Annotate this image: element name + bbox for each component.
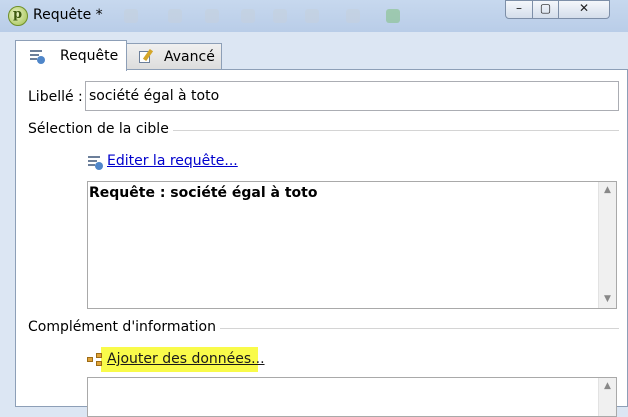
- add-data-icon: [87, 353, 103, 367]
- scroll-up-icon[interactable]: ▲: [599, 378, 616, 395]
- toolbar-ghost-icon: [273, 9, 287, 23]
- toolbar-ghost-icon: [205, 9, 219, 23]
- vertical-scrollbar[interactable]: ▲ ▼: [598, 182, 616, 308]
- maximize-button[interactable]: ▢: [532, 0, 559, 19]
- tab-requete-label: Requête: [60, 48, 119, 64]
- additional-info-area[interactable]: ▲: [87, 377, 617, 417]
- scroll-up-icon[interactable]: ▲: [599, 182, 616, 199]
- query-text-area[interactable]: Requête : société égal à toto ▲ ▼: [87, 181, 617, 309]
- toolbar-ghost-icon: [124, 9, 138, 23]
- minimize-button[interactable]: –: [505, 0, 533, 19]
- tab-avance[interactable]: Avancé: [126, 43, 222, 70]
- tab-requete[interactable]: Requête: [15, 40, 127, 71]
- add-data-link[interactable]: Ajouter des données...: [107, 351, 265, 367]
- window-title: Requête *: [33, 7, 103, 23]
- query-icon: [87, 154, 103, 170]
- minimize-icon: –: [516, 1, 522, 15]
- toolbar-ghost-icon: [305, 9, 319, 23]
- libelle-label: Libellé :: [28, 89, 83, 105]
- toolbar-ghost-icon: [346, 9, 360, 23]
- title-bar: p Requête * – ▢ ✕: [0, 0, 628, 32]
- app-logo-icon: p: [8, 6, 28, 26]
- libelle-input[interactable]: [85, 81, 619, 111]
- query-icon: [29, 48, 45, 64]
- additional-info-title: Complément d'information: [28, 319, 220, 335]
- edit-query-link[interactable]: Editer la requête...: [107, 153, 238, 169]
- target-selection-title: Sélection de la cible: [28, 121, 173, 137]
- query-text: Requête : société égal à toto: [89, 185, 318, 201]
- close-button[interactable]: ✕: [558, 0, 610, 19]
- scroll-down-icon[interactable]: ▼: [599, 291, 616, 308]
- toolbar-ghost-icon: [168, 9, 182, 23]
- advanced-settings-icon: [138, 48, 154, 65]
- toolbar-ghost-icon: [386, 9, 400, 23]
- vertical-scrollbar[interactable]: ▲: [598, 378, 616, 416]
- close-icon: ✕: [578, 1, 590, 15]
- toolbar-ghost-icon: [241, 9, 255, 23]
- maximize-icon: ▢: [539, 1, 552, 15]
- tab-avance-label: Avancé: [164, 49, 215, 65]
